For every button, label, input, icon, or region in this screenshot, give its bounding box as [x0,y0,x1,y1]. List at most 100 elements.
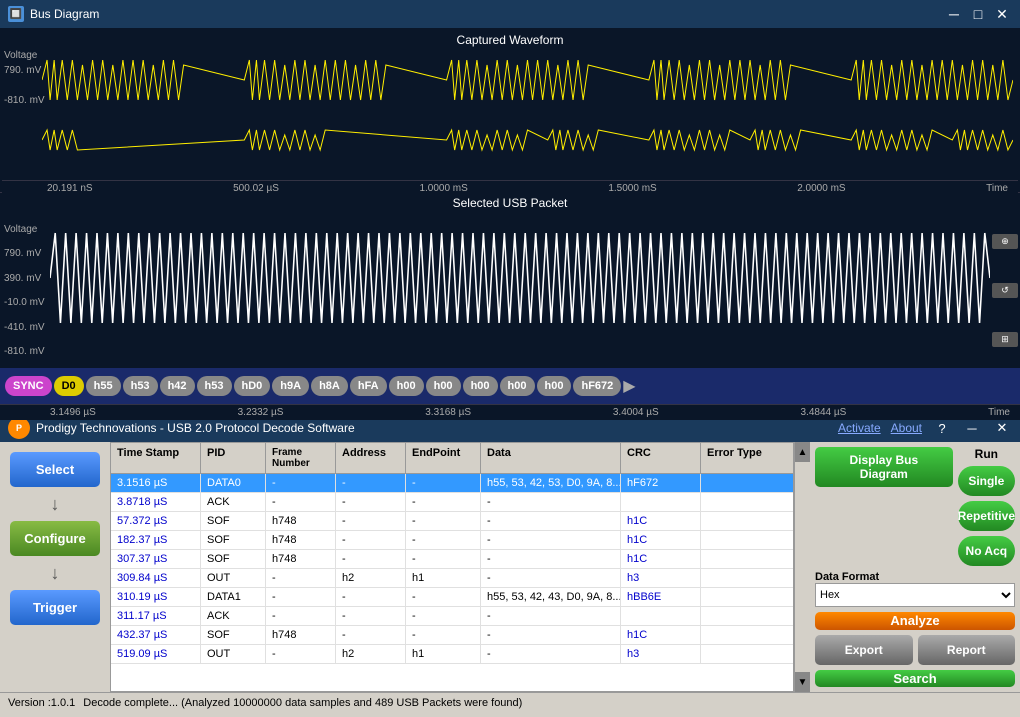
pkt-h55: h55 [86,376,121,396]
volt-high: 790. mV [4,65,41,76]
table-row[interactable]: 3.1516 µSDATA0---h55, 53, 42, 53, D0, 9A… [111,474,793,493]
pkt-d0: D0 [54,376,84,396]
scroll-up[interactable]: ▲ [795,442,810,462]
table-row[interactable]: 182.37 µSSOFh748---h1C [111,531,793,550]
pkt-h00a: h00 [389,376,424,396]
pkt-hFA: hFA [350,376,387,396]
pkt-h00c: h00 [463,376,498,396]
reset-button[interactable]: ↺ [992,283,1018,298]
display-bus-section: Display BusDiagram [815,447,953,487]
scroll-down[interactable]: ▼ [795,672,810,692]
th-frame: Frame Number [266,443,336,473]
waveform-bottom-title: Selected USB Packet [0,193,1020,213]
voltage-label-top: Voltage [4,50,37,61]
prodigy-links: Activate About ? ─ ✕ [838,419,1012,437]
data-format-label: Data Format [815,571,1015,583]
data-format-select[interactable]: Hex Decimal Binary [815,583,1015,607]
report-button[interactable]: Report [918,635,1016,665]
activate-link[interactable]: Activate [838,421,881,435]
search-button[interactable]: Search [815,670,1015,688]
prodigy-help-button[interactable]: ? [932,419,952,437]
volt-minus810: -810. mV [4,346,50,357]
arrow-down-1: ↓ [51,495,60,513]
table-scrollbar[interactable]: ▲ ▼ [794,442,810,692]
captured-waveform: Captured Waveform Voltage 790. mV -810. … [0,28,1020,193]
pkt-time-4: 3.4004 µS [613,407,659,418]
app-icon: 🔲 [8,6,24,22]
th-data: Data [481,443,621,473]
pkt-time-1: 3.1496 µS [50,407,96,418]
table-row[interactable]: 57.372 µSSOFh748---h1C [111,512,793,531]
arrow-down-2: ↓ [51,564,60,582]
waveform-top-canvas: Voltage 790. mV -810. mV [2,50,1018,180]
prodigy-icon: P [8,417,30,439]
pkt-hF672: hF672 [573,376,621,396]
data-table: Time Stamp PID Frame Number Address EndP… [110,442,794,692]
content-area: Select ↓ Configure ↓ Trigger Time Stamp … [0,442,1020,692]
th-error: Error Type [701,443,794,473]
about-link[interactable]: About [891,421,922,435]
close-button[interactable]: ✕ [992,4,1012,24]
export-button[interactable]: Export [815,635,913,665]
table-row[interactable]: 311.17 µSACK---- [111,607,793,626]
volt-low: -810. mV [4,95,45,106]
th-timestamp: Time Stamp [111,443,201,473]
version-text: Version :1.0.1 [8,697,75,709]
pkt-h00e: h00 [537,376,572,396]
no-acq-button[interactable]: No Acq [958,536,1015,566]
data-format-section: Data Format Hex Decimal Binary [815,571,1015,607]
right-top-row: Display BusDiagram Run Single Repetitive… [815,447,1015,566]
th-address: Address [336,443,406,473]
select-button[interactable]: Select [10,452,100,487]
table-row[interactable]: 309.84 µSOUT-h2h1-h3 [111,569,793,588]
status-bar: Version :1.0.1 Decode complete... (Analy… [0,692,1020,712]
pan-button[interactable]: ⊞ [992,332,1018,347]
minimize-button[interactable]: ─ [944,4,964,24]
table-row[interactable]: 432.37 µSSOFh748---h1C [111,626,793,645]
scroll-track[interactable] [795,462,810,672]
packet-display-row: SYNC D0 h55 h53 h42 h53 hD0 h9A h8A hFA … [0,368,1020,404]
volt-790: 790. mV [4,248,50,259]
pkt-time-5: 3.4844 µS [801,407,847,418]
right-panel: Display BusDiagram Run Single Repetitive… [810,442,1020,692]
pkt-sync: SYNC [5,376,52,396]
run-section: Run Single Repetitive No Acq [958,447,1015,566]
th-pid: PID [201,443,266,473]
time-axis-bottom: 3.1496 µS 3.2332 µS 3.3168 µS 3.4004 µS … [0,404,1020,420]
status-message: Decode complete... (Analyzed 10000000 da… [83,697,522,709]
table-body: 3.1516 µSDATA0---h55, 53, 42, 53, D0, 9A… [111,474,793,680]
table-row[interactable]: 519.09 µSOUT-h2h1-h3 [111,645,793,664]
zoom-button[interactable]: ⊕ [992,234,1018,249]
trigger-button[interactable]: Trigger [10,590,100,625]
pkt-h9A: h9A [272,376,309,396]
left-sidebar: Select ↓ Configure ↓ Trigger [0,442,110,692]
time-label-bottom: Time [988,407,1010,418]
pkt-h53: h53 [123,376,158,396]
prodigy-close-button[interactable]: ✕ [992,419,1012,437]
th-endpoint: EndPoint [406,443,481,473]
pkt-h00d: h00 [500,376,535,396]
pkt-hD0: hD0 [234,376,271,396]
table-row[interactable]: 310.19 µSDATA1---h55, 53, 42, 43, D0, 9A… [111,588,793,607]
pkt-time-3: 3.3168 µS [425,407,471,418]
export-report-row: Export Report [815,635,1015,665]
packet-arrow: ▶ [623,376,635,396]
pkt-h53b: h53 [197,376,232,396]
maximize-button[interactable]: □ [968,4,988,24]
table-row[interactable]: 307.37 µSSOFh748---h1C [111,550,793,569]
prodigy-title: P Prodigy Technovations - USB 2.0 Protoc… [8,417,355,439]
analyze-button[interactable]: Analyze [815,612,1015,630]
volt-390: 390. mV [4,273,50,284]
repetitive-button[interactable]: Repetitive [958,501,1015,531]
display-bus-button[interactable]: Display BusDiagram [815,447,953,487]
single-button[interactable]: Single [958,466,1015,496]
configure-button[interactable]: Configure [10,521,100,556]
volt-minus410: -410. mV [4,322,50,333]
pkt-h42: h42 [160,376,195,396]
volt-label-bottom: Voltage [4,224,50,235]
app-title: Bus Diagram [30,7,99,21]
title-bar: 🔲 Bus Diagram ─ □ ✕ [0,0,1020,28]
title-bar-left: 🔲 Bus Diagram [8,6,99,22]
prodigy-minimize-button[interactable]: ─ [962,419,982,437]
table-row[interactable]: 3.8718 µSACK---- [111,493,793,512]
